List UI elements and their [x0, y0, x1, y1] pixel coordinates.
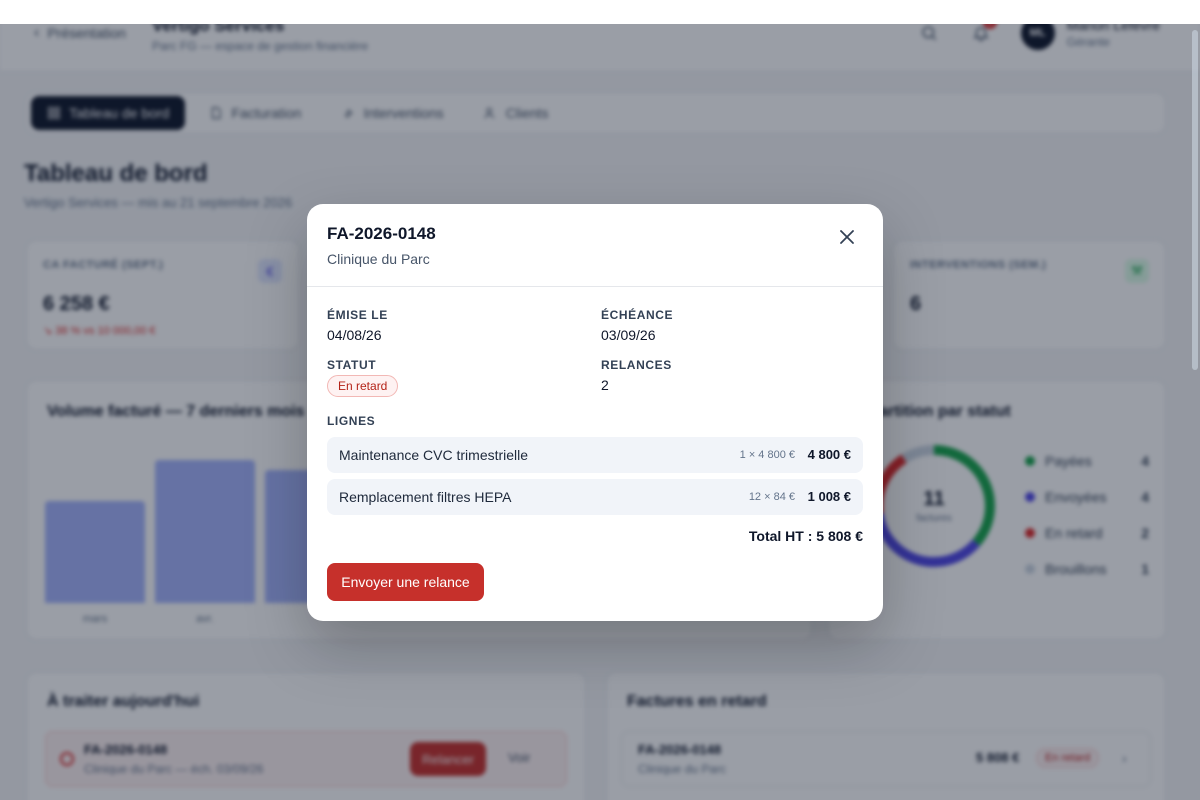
close-button[interactable]	[834, 224, 860, 250]
scrollbar[interactable]	[1192, 30, 1198, 370]
invoice-line: Remplacement filtres HEPA 12 × 84 € 1 00…	[327, 479, 863, 515]
line-quantity: 12 × 84 €	[748, 491, 795, 503]
status-label: STATUT	[327, 358, 377, 372]
modal-client: Clinique du Parc	[327, 251, 430, 267]
due-value: 03/09/26	[601, 327, 656, 343]
browser-top-strip	[0, 0, 1200, 24]
invoice-line: Maintenance CVC trimestrielle 1 × 4 800 …	[327, 437, 863, 473]
modal-title: FA-2026-0148	[327, 224, 436, 243]
close-icon	[840, 230, 854, 244]
modal-header: FA-2026-0148 Clinique du Parc	[307, 204, 883, 287]
issued-label: ÉMISE LE	[327, 308, 388, 322]
issued-value: 04/08/26	[327, 327, 382, 343]
line-description: Remplacement filtres HEPA	[339, 489, 512, 505]
due-label: ÉCHÉANCE	[601, 308, 674, 322]
line-amount: 1 008 €	[807, 489, 851, 504]
lines-label: LIGNES	[327, 414, 376, 428]
invoice-total: Total HT : 5 808 €	[748, 528, 863, 544]
reminders-label: RELANCES	[601, 358, 672, 372]
line-description: Maintenance CVC trimestrielle	[339, 447, 529, 463]
line-amount: 4 800 €	[807, 447, 851, 462]
line-quantity: 1 × 4 800 €	[739, 449, 795, 461]
reminders-value: 2	[601, 377, 609, 393]
status-badge: En retard	[327, 375, 399, 397]
invoice-modal: FA-2026-0148 Clinique du Parc ÉMISE LE 0…	[307, 204, 883, 621]
send-reminder-button[interactable]: Envoyer une relance	[327, 563, 484, 601]
app-background: ‹ Présentation Vertigo Services Parc FG …	[0, 0, 1200, 800]
